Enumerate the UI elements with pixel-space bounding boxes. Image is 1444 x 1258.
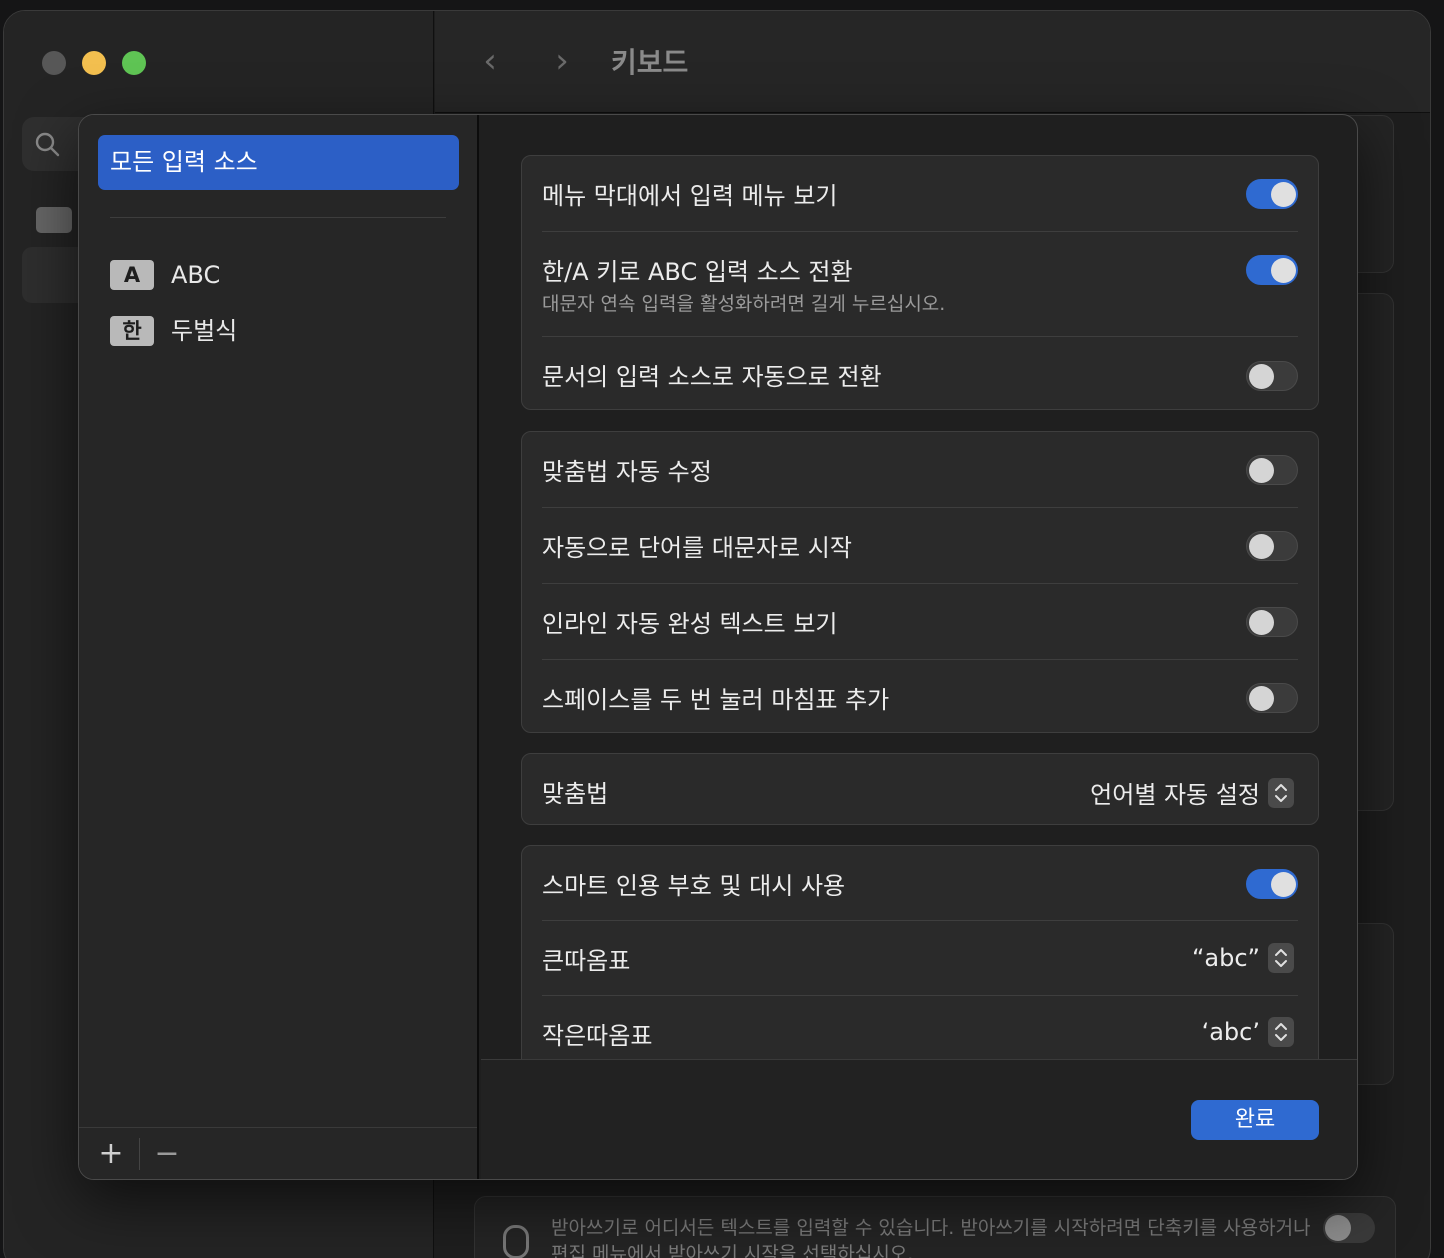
- popup-value: ‘abc’: [1201, 1018, 1260, 1046]
- done-button[interactable]: 완료: [1191, 1100, 1319, 1140]
- toggle-knob: [1271, 872, 1296, 897]
- input-sources-sidebar: 모든 입력 소스 A ABC 한 두벌식 + −: [79, 115, 479, 1179]
- setting-row: 한/A 키로 ABC 입력 소스 전환 대문자 연속 입력을 활성화하려면 길게…: [542, 232, 1298, 336]
- setting-row: 문서의 입력 소스로 자동으로 전환: [542, 337, 1298, 411]
- sidebar-divider: [110, 217, 446, 218]
- all-input-sources-item[interactable]: 모든 입력 소스: [98, 135, 459, 190]
- keyboard-icon: [36, 207, 72, 233]
- button-separator: [139, 1138, 140, 1170]
- setting-label: 한/A 키로 ABC 입력 소스 전환: [542, 258, 853, 286]
- auto-correct-spelling-toggle[interactable]: [1246, 455, 1298, 485]
- popup-value: “abc”: [1191, 944, 1260, 972]
- auto-switch-input-source-toggle[interactable]: [1246, 361, 1298, 391]
- input-source-2set-korean[interactable]: 한 두벌식: [110, 314, 450, 348]
- popup-stepper-icon: [1268, 943, 1294, 973]
- setting-row: 인라인 자동 완성 텍스트 보기: [542, 584, 1298, 659]
- add-input-source-button[interactable]: +: [91, 1136, 131, 1172]
- double-space-period-toggle[interactable]: [1246, 683, 1298, 713]
- setting-row: 맞춤법 언어별 자동 설정: [542, 754, 1298, 826]
- setting-row: 스마트 인용 부호 및 대시 사용: [542, 846, 1298, 920]
- dictation-toggle[interactable]: [1323, 1213, 1375, 1243]
- setting-row: 스페이스를 두 번 눌러 마침표 추가: [542, 660, 1298, 734]
- popup-value: 언어별 자동 설정: [1090, 781, 1260, 809]
- spelling-group: 맞춤법 언어별 자동 설정: [521, 753, 1319, 825]
- input-sources-sheet: 모든 입력 소스 A ABC 한 두벌식 + − 메뉴 막대에서 입력 메뉴 보…: [78, 114, 1358, 1180]
- input-source-abc[interactable]: A ABC: [110, 258, 450, 292]
- setting-label: 인라인 자동 완성 텍스트 보기: [542, 610, 838, 638]
- toggle-knob: [1249, 610, 1274, 635]
- show-input-menu-toggle[interactable]: [1246, 179, 1298, 209]
- setting-label: 메뉴 막대에서 입력 메뉴 보기: [542, 182, 838, 210]
- toggle-knob: [1249, 458, 1274, 483]
- dictation-card: 받아쓰기로 어디서든 텍스트를 입력할 수 있습니다. 받아쓰기를 시작하려면 …: [474, 1196, 1396, 1258]
- zoom-window-button[interactable]: [122, 51, 146, 75]
- spelling-language-popup[interactable]: 언어별 자동 설정: [1090, 775, 1294, 810]
- toggle-knob: [1249, 686, 1274, 711]
- input-source-label: 두벌식: [171, 317, 238, 345]
- setting-label: 문서의 입력 소스로 자동으로 전환: [542, 363, 882, 391]
- setting-label: 스마트 인용 부호 및 대시 사용: [542, 872, 846, 900]
- sheet-footer: 완료: [481, 1059, 1357, 1179]
- microphone-icon: [503, 1225, 529, 1258]
- setting-label: 맞춤법 자동 수정: [542, 458, 712, 486]
- close-window-button[interactable]: [42, 51, 66, 75]
- auto-capitalize-toggle[interactable]: [1246, 531, 1298, 561]
- input-source-badge: 한: [110, 316, 154, 346]
- setting-description: 대문자 연속 입력을 활성화하려면 길게 누르십시오.: [542, 293, 946, 315]
- settings-titlebar: ‹ › 키보드: [435, 11, 1430, 113]
- toggle-knob: [1249, 364, 1274, 389]
- smart-quotes-group: 스마트 인용 부호 및 대시 사용 큰따옴표 “abc” 작은따옴표 ‘abc’: [521, 845, 1319, 1059]
- page-title: 키보드: [611, 46, 689, 79]
- setting-row: 맞춤법 자동 수정: [542, 432, 1298, 507]
- hangul-key-switch-toggle[interactable]: [1246, 255, 1298, 285]
- setting-row: 메뉴 막대에서 입력 메뉴 보기: [542, 156, 1298, 231]
- input-source-label: ABC: [171, 261, 221, 289]
- input-source-badge: A: [110, 260, 154, 290]
- setting-label: 스페이스를 두 번 눌러 마침표 추가: [542, 686, 890, 714]
- inline-predictive-text-toggle[interactable]: [1246, 607, 1298, 637]
- input-menu-group: 메뉴 막대에서 입력 메뉴 보기 한/A 키로 ABC 입력 소스 전환 대문자…: [521, 155, 1319, 410]
- popup-stepper-icon: [1268, 1017, 1294, 1047]
- setting-label: 작은따옴표: [542, 1022, 653, 1050]
- single-quotes-popup[interactable]: ‘abc’: [1202, 1017, 1294, 1047]
- setting-row: 큰따옴표 “abc”: [542, 921, 1298, 995]
- back-button[interactable]: ‹: [475, 41, 505, 81]
- setting-label: 큰따옴표: [542, 947, 631, 975]
- toggle-knob: [1271, 258, 1296, 283]
- minimize-window-button[interactable]: [82, 51, 106, 75]
- setting-label: 자동으로 단어를 대문자로 시작: [542, 534, 852, 562]
- popup-stepper-icon: [1268, 777, 1294, 808]
- forward-button[interactable]: ›: [547, 41, 577, 81]
- setting-label: 맞춤법: [542, 780, 609, 808]
- setting-row: 작은따옴표 ‘abc’: [542, 996, 1298, 1059]
- smart-quotes-toggle[interactable]: [1246, 869, 1298, 899]
- dictation-description: 받아쓰기로 어디서든 텍스트를 입력할 수 있습니다. 받아쓰기를 시작하려면 …: [551, 1217, 1311, 1258]
- text-correction-group: 맞춤법 자동 수정 자동으로 단어를 대문자로 시작 인라인 자동 완성 텍스트…: [521, 431, 1319, 733]
- sidebar-bottom-bar: + −: [79, 1127, 477, 1179]
- remove-input-source-button[interactable]: −: [147, 1136, 187, 1172]
- search-icon: [35, 132, 60, 157]
- toggle-knob: [1249, 534, 1274, 559]
- setting-row: 자동으로 단어를 대문자로 시작: [542, 508, 1298, 583]
- toggle-knob: [1271, 182, 1296, 207]
- input-settings-panel: 메뉴 막대에서 입력 메뉴 보기 한/A 키로 ABC 입력 소스 전환 대문자…: [481, 115, 1357, 1059]
- double-quotes-popup[interactable]: “abc”: [1192, 943, 1294, 973]
